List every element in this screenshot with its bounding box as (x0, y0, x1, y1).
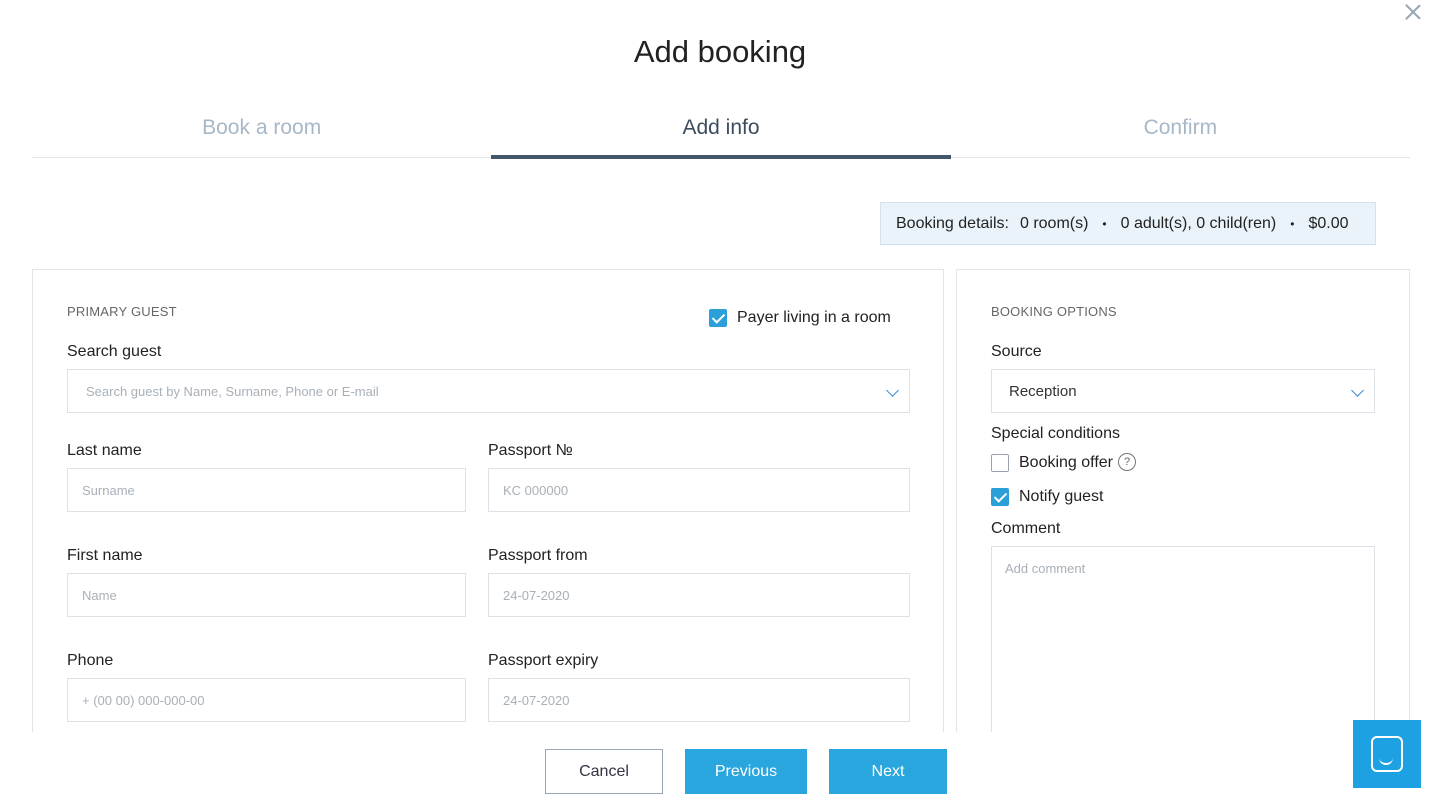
chevron-down-icon (1351, 384, 1364, 397)
cancel-button[interactable]: Cancel (545, 749, 663, 794)
passport-number-field[interactable]: KC 000000 (488, 468, 910, 512)
first-name-label: First name (67, 547, 143, 564)
search-guest-input[interactable]: Search guest by Name, Surname, Phone or … (67, 369, 910, 413)
booking-details-summary: Booking details: 0 room(s) • 0 adult(s),… (880, 202, 1376, 245)
source-label: Source (991, 343, 1042, 360)
comment-placeholder: Add comment (1005, 561, 1086, 576)
phone-field[interactable]: + (00 00) 000-000-00 (67, 678, 466, 722)
source-value: Reception (1009, 382, 1077, 400)
passport-expiry-label: Passport expiry (488, 652, 599, 669)
search-guest-placeholder: Search guest by Name, Surname, Phone or … (86, 383, 379, 399)
notify-guest-label: Notify guest (1019, 488, 1104, 505)
comment-label: Comment (991, 520, 1061, 537)
rooms-count: 0 room(s) (1019, 214, 1089, 232)
booking-details-label: Booking details: (896, 214, 1009, 232)
passport-number-label: Passport № (488, 442, 573, 459)
separator-dot: • (1290, 216, 1295, 231)
step-confirm[interactable]: Confirm (951, 102, 1410, 157)
booking-offer-label: Booking offer (1019, 454, 1113, 471)
source-select[interactable]: Reception (991, 369, 1375, 413)
special-conditions-label: Special conditions (991, 425, 1120, 442)
comment-textarea[interactable]: Add comment (991, 546, 1375, 733)
last-name-placeholder: Surname (82, 482, 135, 498)
booking-options-panel: BOOKING OPTIONS Source Reception Special… (956, 269, 1410, 733)
guests-count: 0 adult(s), 0 child(ren) (1120, 214, 1277, 232)
search-guest-label: Search guest (67, 343, 162, 360)
notify-guest-checkbox[interactable] (991, 488, 1009, 506)
first-name-field[interactable]: Name (67, 573, 466, 617)
total-price: $0.00 (1308, 214, 1349, 232)
first-name-placeholder: Name (82, 587, 117, 603)
passport-expiry-placeholder: 24-07-2020 (503, 692, 570, 708)
passport-from-label: Passport from (488, 547, 588, 564)
passport-from-field[interactable]: 24-07-2020 (488, 573, 910, 617)
payer-living-label: Payer living in a room (737, 309, 891, 326)
passport-expiry-field[interactable]: 24-07-2020 (488, 678, 910, 722)
section-title-primary-guest: PRIMARY GUEST (67, 304, 177, 319)
last-name-label: Last name (67, 442, 142, 459)
previous-button[interactable]: Previous (685, 749, 807, 794)
close-icon[interactable] (1404, 2, 1422, 20)
chevron-down-icon (886, 384, 899, 397)
passport-number-placeholder: KC 000000 (503, 482, 569, 498)
step-tabs: Book a room Add info Confirm (32, 102, 1410, 159)
phone-placeholder: + (00 00) 000-000-00 (82, 692, 205, 708)
phone-label: Phone (67, 652, 114, 669)
modal-title: Add booking (633, 34, 807, 69)
section-title-booking-options: BOOKING OPTIONS (991, 304, 1117, 319)
chat-icon (1371, 736, 1403, 772)
modal-footer: Cancel Previous Next (0, 732, 1440, 808)
passport-from-placeholder: 24-07-2020 (503, 587, 570, 603)
separator-dot: • (1102, 216, 1107, 231)
next-button[interactable]: Next (829, 749, 947, 794)
step-book-a-room[interactable]: Book a room (32, 102, 491, 157)
last-name-field[interactable]: Surname (67, 468, 466, 512)
booking-offer-checkbox[interactable] (991, 454, 1009, 472)
help-circle-icon[interactable]: ? (1118, 453, 1136, 471)
step-add-info[interactable]: Add info (491, 102, 951, 159)
primary-guest-panel: PRIMARY GUEST Payer living in a room Sea… (32, 269, 944, 732)
payer-living-checkbox[interactable] (709, 309, 727, 327)
chat-launcher-button[interactable] (1353, 720, 1421, 788)
